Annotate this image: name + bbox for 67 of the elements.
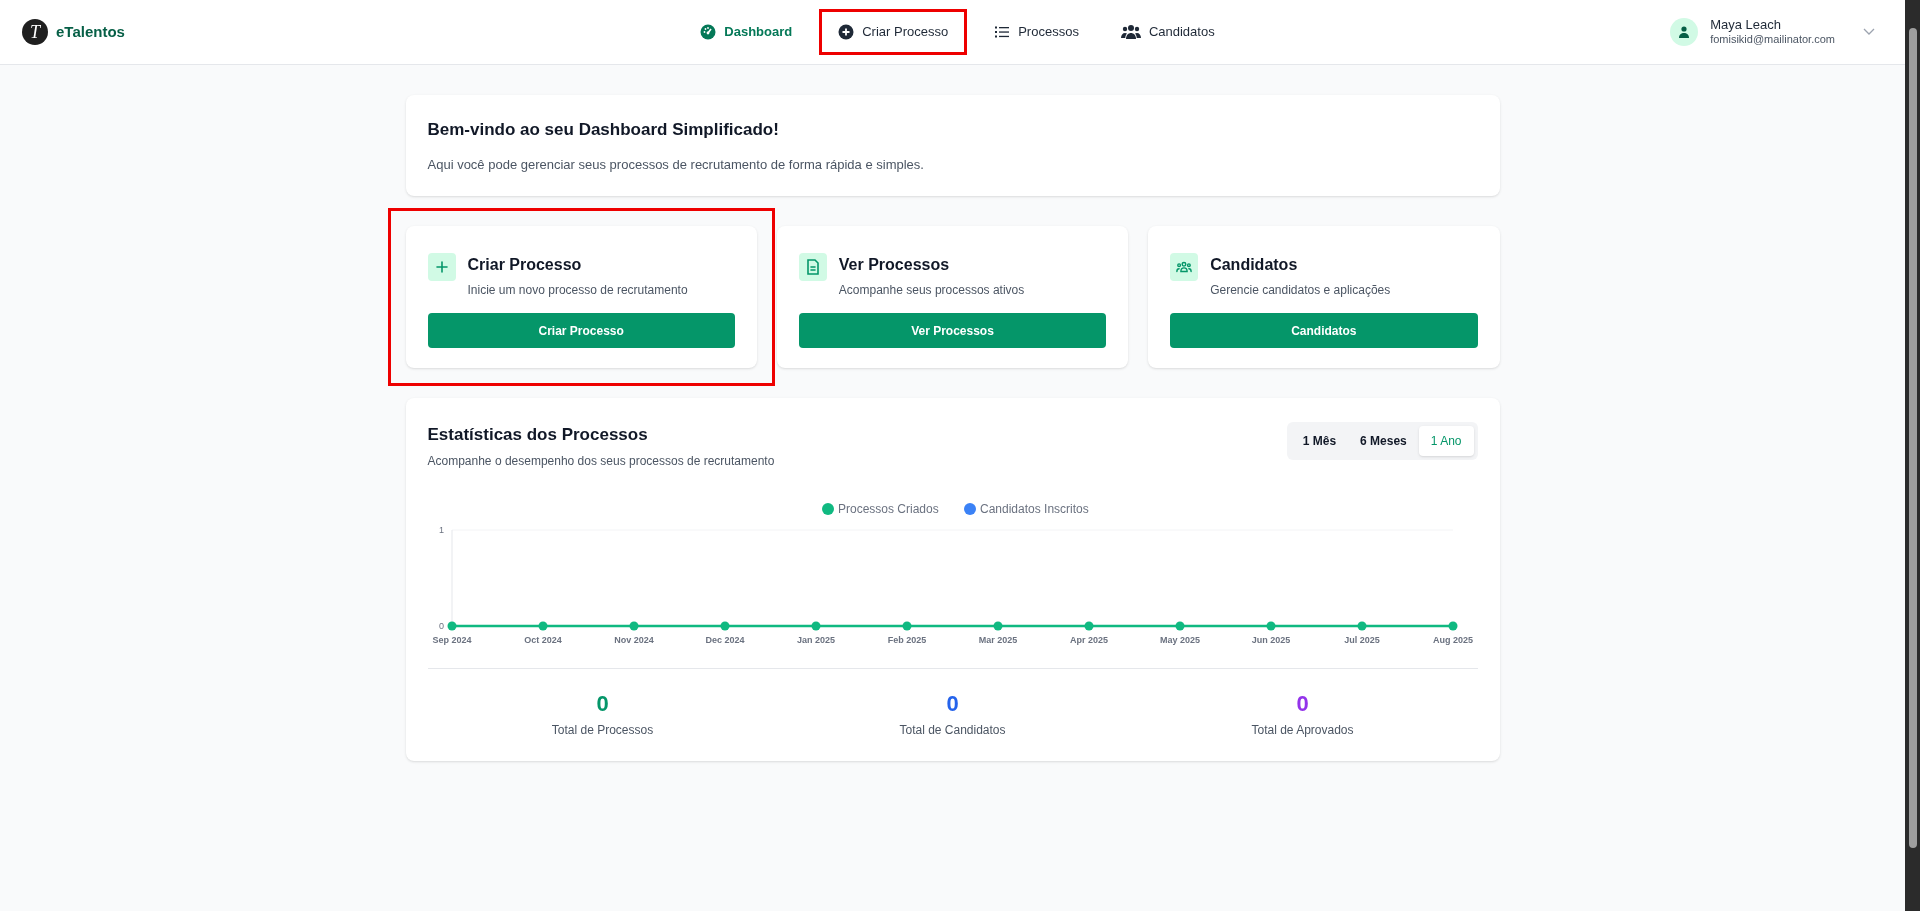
period-tab[interactable]: 6 Meses — [1348, 426, 1419, 456]
list-icon — [994, 24, 1011, 40]
total-value: 0 — [946, 692, 959, 715]
brand-name: eTalentos — [56, 21, 125, 42]
data-point — [993, 621, 1002, 630]
card-text: Gerencie candidatos e aplicações — [1210, 282, 1391, 299]
data-point — [1266, 621, 1275, 630]
nav-link[interactable]: Candidatos — [1105, 14, 1230, 50]
data-point — [538, 621, 547, 630]
x-tick-label: Feb 2025 — [887, 634, 926, 645]
period-tab[interactable]: 1 Ano — [1418, 426, 1474, 456]
action-button[interactable]: Ver Processos — [798, 313, 1107, 348]
x-tick-label: Dec 2024 — [705, 634, 744, 645]
card-title: Candidatos — [1210, 255, 1299, 275]
x-tick-label: Jun 2025 — [1251, 634, 1290, 645]
action-button[interactable]: Criar Processo — [427, 313, 735, 348]
total-label: Total de Candidatos — [899, 721, 1006, 739]
card-text: Inicie um novo processo de recrutamento — [467, 282, 688, 299]
data-point — [1084, 621, 1093, 630]
scrollbar[interactable] — [1905, 0, 1920, 911]
legend-label: Processos Criados — [837, 501, 939, 516]
stats-subtitle: Acompanhe o desempenho dos seus processos de recrutamento — [427, 452, 775, 470]
y-tick-label: 1 — [438, 524, 444, 535]
data-point — [1448, 621, 1457, 630]
nav-link[interactable]: Criar Processo — [819, 9, 968, 55]
x-tick-label: Aug 2025 — [1432, 634, 1473, 645]
data-point — [1175, 621, 1184, 630]
total-value: 0 — [1296, 692, 1309, 715]
card-text: Acompanhe seus processos ativos — [838, 282, 1025, 299]
x-tick-label: Nov 2024 — [613, 634, 654, 645]
logo: T — [22, 19, 48, 45]
x-tick-label: Mar 2025 — [978, 634, 1017, 645]
data-point — [811, 621, 820, 630]
plus-circle-icon — [838, 24, 855, 40]
total-label: Total de Processos — [551, 721, 654, 739]
x-tick-label: Sep 2024 — [432, 634, 471, 645]
data-point — [447, 621, 456, 630]
x-tick-label: Jul 2025 — [1343, 634, 1380, 645]
gauge-icon — [700, 24, 717, 40]
plus-icon — [434, 260, 449, 274]
period-tab[interactable]: 1 Mês — [1290, 426, 1349, 456]
card-title: Criar Processo — [467, 255, 583, 275]
x-tick-label: Jan 2025 — [796, 634, 835, 645]
document-icon — [805, 259, 820, 275]
users-icon — [1176, 260, 1193, 274]
x-tick-label: May 2025 — [1159, 634, 1200, 645]
user-name: Maya Leach — [1710, 17, 1782, 34]
data-point — [902, 621, 911, 630]
action-button[interactable]: Candidatos — [1170, 313, 1478, 348]
x-tick-label: Apr 2025 — [1069, 634, 1108, 645]
user-email: fomisikid@mailinator.com — [1710, 33, 1835, 47]
y-tick-label: 0 — [438, 620, 444, 631]
data-point — [629, 621, 638, 630]
nav-link[interactable]: Processos — [979, 14, 1094, 50]
users-icon — [1120, 24, 1141, 40]
x-tick-label: Oct 2024 — [523, 634, 562, 645]
user-icon — [1678, 26, 1691, 38]
card-title: Ver Processos — [838, 255, 951, 275]
legend-label: Candidatos Inscritos — [979, 501, 1089, 516]
welcome-title: Bem-vindo ao seu Dashboard Simplificado! — [427, 119, 780, 141]
nav-link[interactable]: Dashboard — [685, 14, 808, 50]
welcome-text: Aqui você pode gerenciar seus processos de recrutamento de forma rápida e simples. — [427, 155, 925, 174]
total-value: 0 — [596, 692, 609, 715]
data-point — [1357, 621, 1366, 630]
total-label: Total de Aprovados — [1251, 721, 1354, 739]
data-point — [720, 621, 729, 630]
stats-title: Estatísticas dos Processos — [427, 424, 649, 446]
